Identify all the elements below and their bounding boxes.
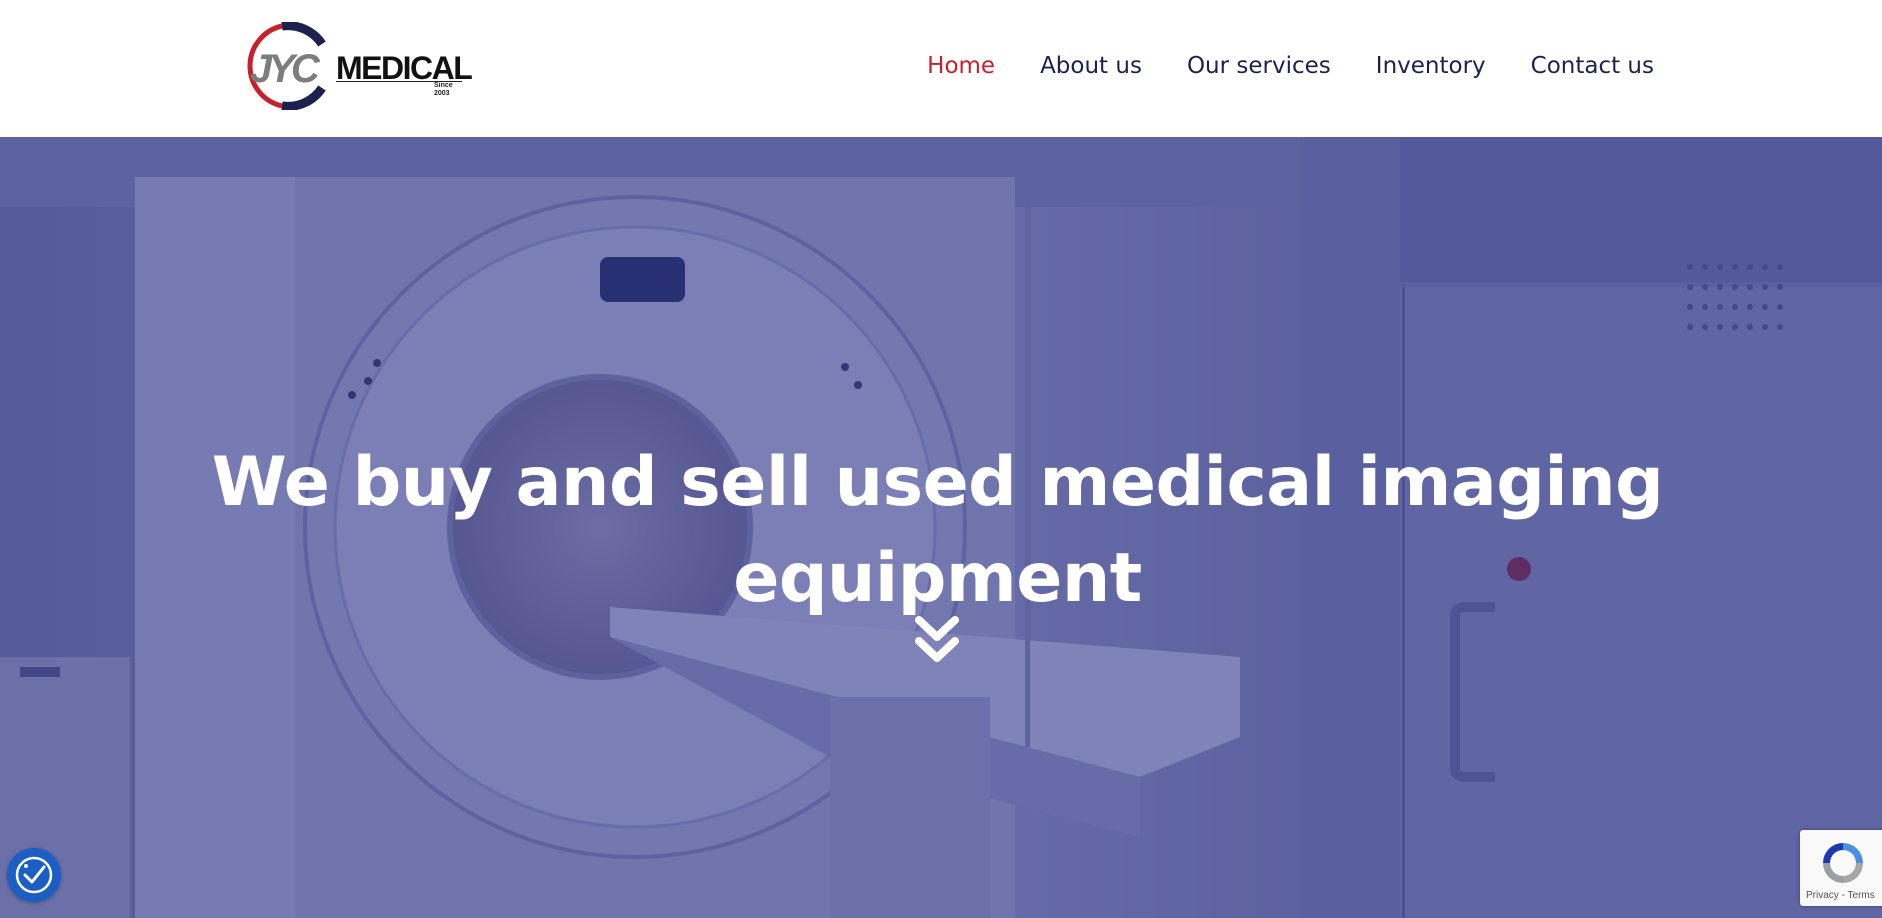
nav-item-home[interactable]: Home	[927, 46, 995, 86]
recaptcha-separator: -	[1838, 890, 1848, 901]
nav-item-contact-us[interactable]: Contact us	[1531, 46, 1654, 86]
recaptcha-terms-link[interactable]: Terms	[1848, 890, 1875, 901]
hero-section: We buy and sell used medical imaging equ…	[0, 137, 1882, 918]
logo-ring-icon: JYC	[247, 22, 326, 110]
accessibility-button[interactable]	[7, 848, 61, 902]
nav-item-inventory[interactable]: Inventory	[1376, 46, 1486, 86]
nav-item-our-services[interactable]: Our services	[1187, 46, 1331, 86]
accessibility-icon	[15, 856, 53, 894]
main-nav: Home About us Our services Inventory Con…	[927, 46, 1654, 86]
logo[interactable]: JYC MEDICAL Since 2003	[238, 22, 473, 110]
site-header: JYC MEDICAL Since 2003 Home About us Our…	[0, 0, 1882, 137]
recaptcha-badge[interactable]: Privacy - Terms	[1800, 830, 1882, 906]
recaptcha-links: Privacy - Terms	[1806, 890, 1875, 901]
svg-text:JYC: JYC	[250, 47, 321, 91]
nav-item-about-us[interactable]: About us	[1040, 46, 1142, 86]
logo-since: Since 2003	[434, 82, 453, 97]
double-chevron-down-icon[interactable]	[912, 613, 962, 667]
recaptcha-privacy-link[interactable]: Privacy	[1806, 890, 1839, 901]
recaptcha-icon	[1823, 843, 1863, 883]
hero-title: We buy and sell used medical imaging equ…	[211, 442, 1664, 618]
